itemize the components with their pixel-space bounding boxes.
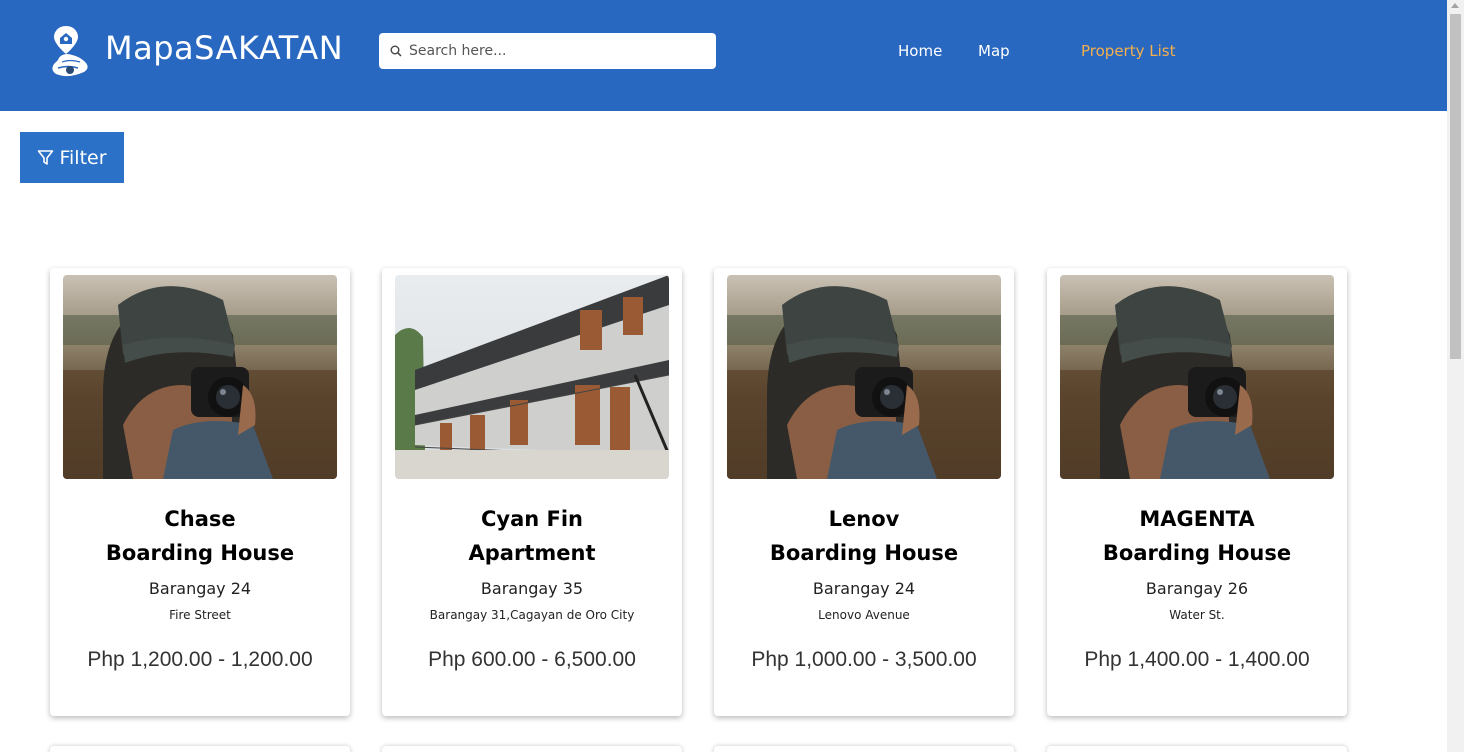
property-price: Php 1,200.00 - 1,200.00 [87,648,313,671]
search-box[interactable] [379,33,716,69]
search-input[interactable] [409,33,709,69]
property-price: Php 600.00 - 6,500.00 [428,648,636,671]
property-card[interactable]: Chase Boarding House Barangay 24 Fire St… [50,268,350,716]
logo-icon[interactable] [48,24,92,80]
property-name[interactable]: Cyan Fin Apartment [382,502,682,570]
filter-label: Filter [59,146,107,169]
property-name[interactable]: Chase Boarding House [50,502,350,570]
property-card[interactable]: Cyan Fin Apartment Barangay 35 Barangay … [382,268,682,716]
property-street: Barangay 31,Cagayan de Oro City [429,608,635,622]
property-price: Php 1,400.00 - 1,400.00 [1084,648,1310,671]
property-image[interactable] [1060,275,1334,479]
property-card[interactable]: Lenov Boarding House Barangay 24 Lenovo … [714,268,1014,716]
nav-home[interactable]: Home [898,42,942,60]
property-card-next-row[interactable] [382,746,682,752]
property-card[interactable]: MAGENTA Boarding House Barangay 26 Water… [1047,268,1347,716]
property-image[interactable] [727,275,1001,479]
scrollbar-thumb[interactable] [1450,14,1461,359]
property-name[interactable]: Lenov Boarding House [714,502,1014,570]
property-card-next-row[interactable] [1047,746,1347,752]
top-navbar: MapaSAKATAN Home Map Property List [0,0,1447,111]
property-image[interactable] [395,275,669,479]
property-street: Fire Street [169,608,231,622]
scroll-up-arrow-icon[interactable] [1451,3,1459,8]
nav-property-list[interactable]: Property List [1081,42,1175,60]
property-image[interactable] [63,275,337,479]
filter-icon [38,150,54,165]
property-barangay: Barangay 24 [148,579,252,598]
nav-map[interactable]: Map [978,42,1010,60]
property-barangay: Barangay 24 [812,579,916,598]
property-barangay: Barangay 26 [1145,579,1249,598]
page-scrollbar[interactable] [1447,0,1464,752]
search-icon [390,45,402,57]
property-street: Water St. [1169,608,1225,622]
property-price: Php 1,000.00 - 3,500.00 [751,648,977,671]
property-card-next-row[interactable] [714,746,1014,752]
property-name[interactable]: MAGENTA Boarding House [1047,502,1347,570]
brand-name[interactable]: MapaSAKATAN [105,29,343,67]
property-barangay: Barangay 35 [480,579,584,598]
property-card-next-row[interactable] [50,746,350,752]
property-street: Lenovo Avenue [818,608,910,622]
filter-button[interactable]: Filter [20,132,124,183]
